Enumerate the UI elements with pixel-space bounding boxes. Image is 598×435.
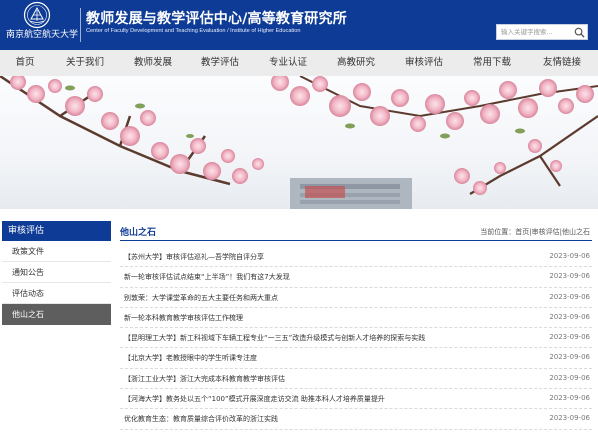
nav-item-downloads[interactable]: 常用下载 <box>458 50 526 76</box>
breadcrumb-audit-evaluation[interactable]: 审核评估 <box>532 228 560 236</box>
article-title[interactable]: 【昆明理工大学】新工科视域下车辆工程专业“一三五”改造升级模式与创新人才培养的探… <box>124 333 544 343</box>
search-box <box>496 24 588 40</box>
article-date: 2023-09-06 <box>549 272 590 281</box>
article-title[interactable]: 【浙江工业大学】浙江大完成本科教育教学审核评估 <box>124 374 544 384</box>
nav-item-links[interactable]: 友情链接 <box>526 50 598 76</box>
article-title[interactable]: 优化教育生态：教育质量综合评价改革的浙江实践 <box>124 414 544 424</box>
sidebar-item-evaluation-news[interactable]: 评估动态 <box>2 283 111 304</box>
article-date: 2023-09-06 <box>549 252 590 260</box>
list-item[interactable]: 【浙江工业大学】浙江大完成本科教育教学审核评估 2023-09-06 <box>120 369 592 390</box>
university-name-logo[interactable]: 南京航空航天大学 <box>6 27 78 40</box>
main-content: 他山之石 当前位置：首页|审核评估|他山之石 【苏州大学】审核评估巡礼—吾学院自… <box>120 221 592 430</box>
nav-item-faculty-development[interactable]: 教师发展 <box>120 50 186 76</box>
sidebar: 审核评估 政策文件 通知公告 评估动态 他山之石 <box>2 221 111 325</box>
article-date: 2023-09-06 <box>549 333 590 342</box>
nav-item-home[interactable]: 首页 <box>0 50 50 76</box>
article-date: 2023-09-06 <box>549 312 590 321</box>
article-title[interactable]: 新一轮本科教育教学审核评估工作梳理 <box>124 313 544 323</box>
breadcrumb-home[interactable]: 首页 <box>515 228 529 236</box>
article-date: 2023-09-06 <box>549 353 590 362</box>
breadcrumb-prefix: 当前位置： <box>480 228 516 236</box>
site-subtitle: Center of Faculty Development and Teachi… <box>86 28 301 34</box>
article-title[interactable]: 【北京大学】老教授眼中的学生听课专注度 <box>124 353 544 363</box>
sidebar-item-other-experiences[interactable]: 他山之石 <box>2 304 111 325</box>
list-item[interactable]: 新一轮审核评估试点结束“上半场”！我们有这7大发现 2023-09-06 <box>120 267 592 288</box>
search-input[interactable] <box>497 25 573 39</box>
nav-item-about[interactable]: 关于我们 <box>50 50 120 76</box>
sidebar-item-policy-documents[interactable]: 政策文件 <box>2 241 111 262</box>
list-item[interactable]: 优化教育生态：教育质量综合评价改革的浙江实践 2023-09-06 <box>120 409 592 430</box>
list-item[interactable]: 【北京大学】老教授眼中的学生听课专注度 2023-09-06 <box>120 348 592 369</box>
nav-item-teaching-evaluation[interactable]: 教学评估 <box>186 50 254 76</box>
cherry-blossom-banner <box>0 76 598 209</box>
list-item[interactable]: 【苏州大学】审核评估巡礼—吾学院自评分享 2023-09-06 <box>120 247 592 268</box>
list-item[interactable]: 新一轮本科教育教学审核评估工作梳理 2023-09-06 <box>120 308 592 329</box>
main-nav: 首页 关于我们 教师发展 教学评估 专业认证 高教研究 审核评估 常用下载 友情… <box>0 50 598 76</box>
nav-item-audit-evaluation[interactable]: 审核评估 <box>390 50 458 76</box>
list-item[interactable]: 【河海大学】教务处以五个“100”模式开展深度走访交流 助推本科人才培养质量提升… <box>120 389 592 410</box>
article-list: 【苏州大学】审核评估巡礼—吾学院自评分享 2023-09-06 新一轮审核评估试… <box>120 247 592 430</box>
article-date: 2023-09-06 <box>549 394 590 403</box>
article-date: 2023-09-06 <box>549 414 590 423</box>
banner-image <box>0 76 598 209</box>
sidebar-item-notices[interactable]: 通知公告 <box>2 262 111 283</box>
article-date: 2023-09-06 <box>549 373 590 382</box>
site-header: 南京航空航天大学 教师发展与教学评估中心/高等教育研究所 Center of F… <box>0 0 598 50</box>
list-item[interactable]: 【昆明理工大学】新工科视域下车辆工程专业“一三五”改造升级模式与创新人才培养的探… <box>120 328 592 349</box>
article-title[interactable]: 别敦荣：大学课堂革命的五大主要任务和两大重点 <box>124 293 544 303</box>
breadcrumb: 当前位置：首页|审核评估|他山之石 <box>480 227 590 237</box>
nav-item-higher-ed-research[interactable]: 高教研究 <box>322 50 390 76</box>
article-title[interactable]: 新一轮审核评估试点结束“上半场”！我们有这7大发现 <box>124 272 544 282</box>
site-title: 教师发展与教学评估中心/高等教育研究所 <box>86 11 347 27</box>
article-title[interactable]: 【苏州大学】审核评估巡礼—吾学院自评分享 <box>124 252 544 262</box>
article-title[interactable]: 【河海大学】教务处以五个“100”模式开展深度走访交流 助推本科人才培养质量提升 <box>124 394 544 404</box>
list-item[interactable]: 别敦荣：大学课堂革命的五大主要任务和两大重点 2023-09-06 <box>120 288 592 308</box>
section-title: 他山之石 <box>120 228 157 238</box>
university-emblem-icon[interactable] <box>22 1 52 29</box>
nav-item-accreditation[interactable]: 专业认证 <box>254 50 322 76</box>
search-icon[interactable] <box>574 27 585 38</box>
article-date: 2023-09-06 <box>549 292 590 301</box>
header-divider <box>80 8 81 42</box>
sidebar-heading[interactable]: 审核评估 <box>2 221 111 241</box>
breadcrumb-current[interactable]: 他山之石 <box>562 228 590 236</box>
section-header: 他山之石 当前位置：首页|审核评估|他山之石 <box>120 221 592 241</box>
